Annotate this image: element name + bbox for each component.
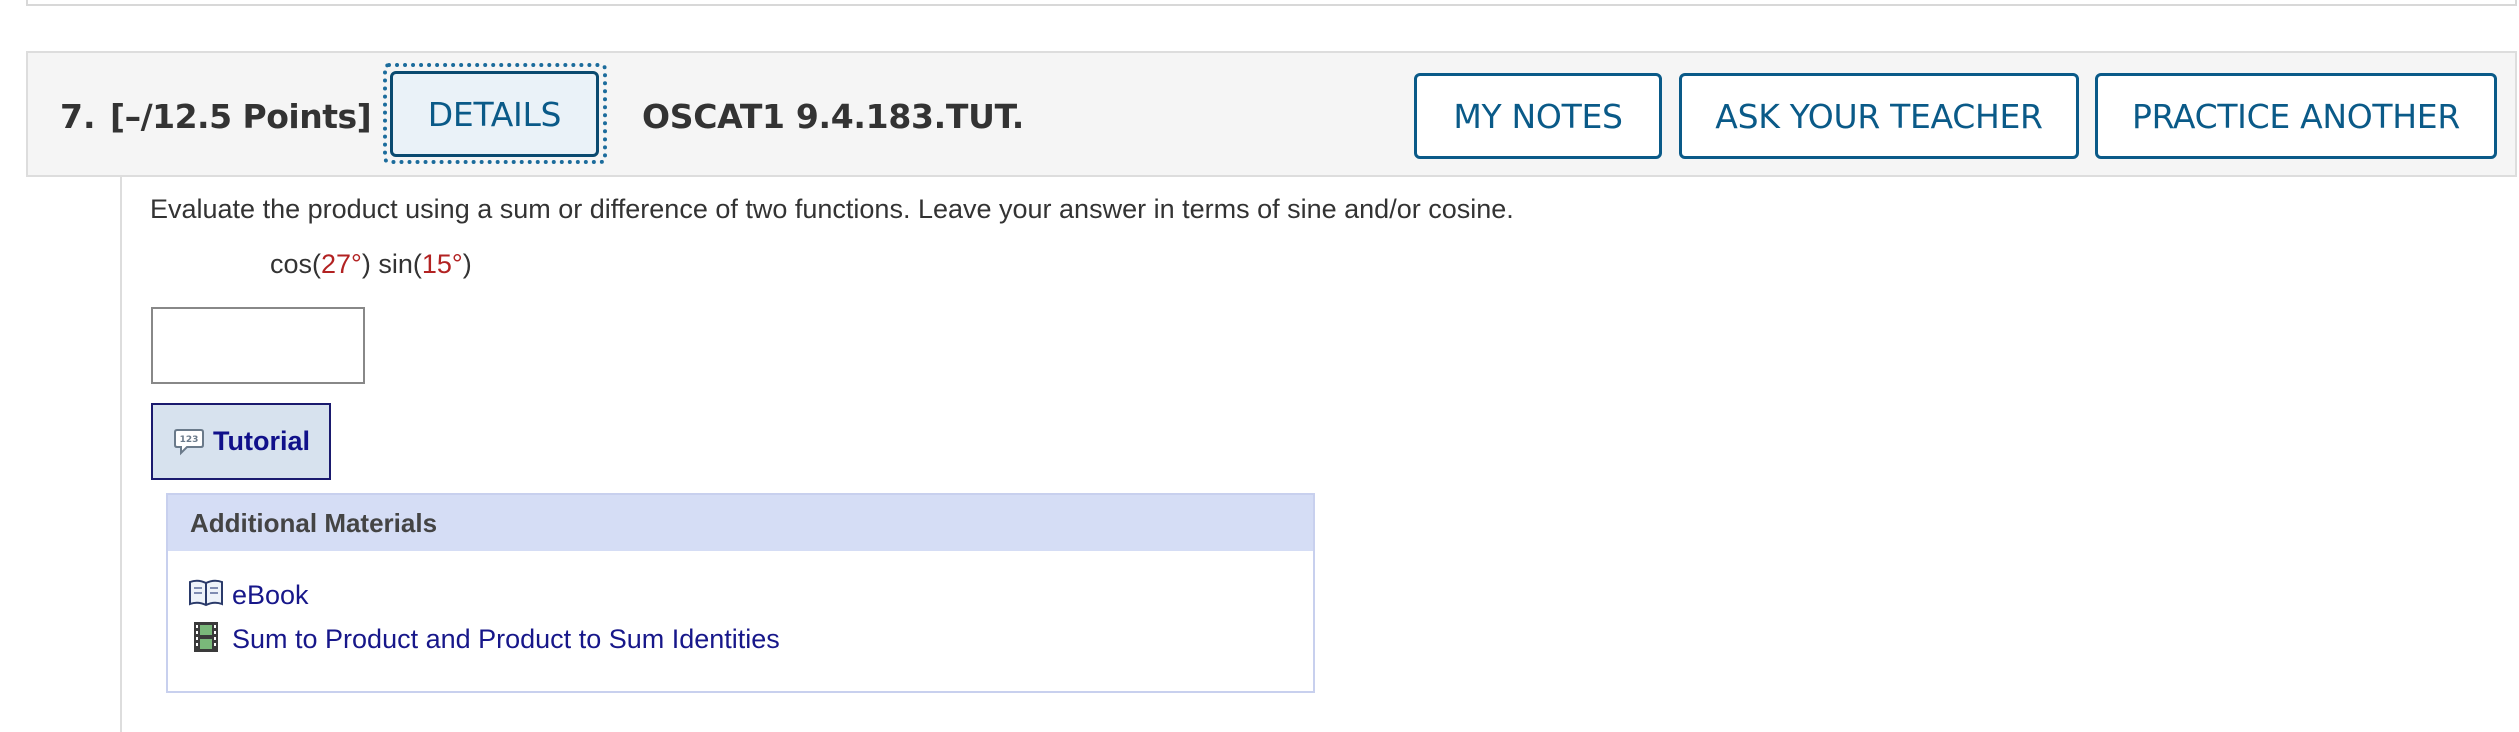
math-expression: cos(27°) sin(15°) bbox=[270, 249, 472, 280]
film-icon bbox=[188, 621, 224, 658]
question-code: OSCAT1 9.4.183.TUT. bbox=[642, 97, 1025, 136]
ebook-link[interactable]: eBook bbox=[188, 578, 309, 613]
question-points: [–/12.5 Points] bbox=[110, 97, 372, 136]
cos-prefix: cos( bbox=[270, 249, 322, 279]
sin-angle: 15° bbox=[421, 249, 463, 279]
sum-to-product-video-link[interactable]: Sum to Product and Product to Sum Identi… bbox=[188, 621, 780, 658]
my-notes-button[interactable]: MY NOTES bbox=[1414, 73, 1662, 159]
additional-materials-panel: Additional Materials eBook Sum to Produc… bbox=[166, 493, 1315, 693]
expression-suffix: ) bbox=[462, 249, 472, 279]
additional-materials-header: Additional Materials bbox=[168, 495, 1313, 551]
expression-mid: ) sin( bbox=[361, 249, 422, 279]
sum-to-product-video-label: Sum to Product and Product to Sum Identi… bbox=[232, 624, 780, 654]
ask-your-teacher-button[interactable]: ASK YOUR TEACHER bbox=[1679, 73, 2079, 159]
svg-text:123: 123 bbox=[180, 435, 199, 445]
book-icon bbox=[188, 578, 224, 613]
practice-another-button[interactable]: PRACTICE ANOTHER bbox=[2095, 73, 2497, 159]
question-header: 7. [–/12.5 Points] DETAILS OSCAT1 9.4.18… bbox=[26, 51, 2517, 177]
question-prompt: Evaluate the product using a sum or diff… bbox=[150, 194, 1514, 224]
details-button[interactable]: DETAILS bbox=[390, 71, 599, 157]
speech-bubble-123-icon: 123 bbox=[173, 428, 205, 456]
cos-angle: 27° bbox=[321, 249, 362, 279]
ebook-label: eBook bbox=[232, 580, 309, 610]
tutorial-label: Tutorial bbox=[213, 426, 310, 456]
question-number: 7. bbox=[60, 97, 96, 136]
previous-question-panel bbox=[26, 0, 2517, 6]
answer-input[interactable] bbox=[151, 307, 365, 384]
tutorial-button[interactable]: 123 Tutorial bbox=[151, 403, 331, 480]
